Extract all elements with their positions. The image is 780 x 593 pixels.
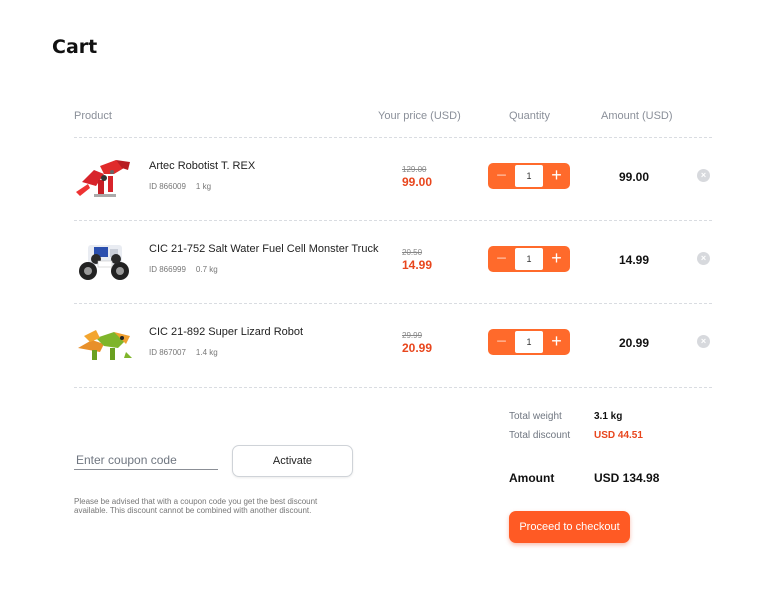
- cart-row: CIC 21-892 Super Lizard Robot ID 867007 1…: [0, 304, 780, 387]
- cart-row: Artec Robotist T. REX ID 866009 1 kg 129.…: [0, 138, 780, 221]
- total-weight-label: Total weight: [509, 411, 562, 422]
- decrease-button[interactable]: −: [488, 246, 515, 272]
- column-header-product: Product: [74, 110, 112, 122]
- increase-button[interactable]: +: [543, 246, 570, 272]
- product-meta: ID 866999 0.7 kg: [149, 265, 218, 274]
- product-meta: ID 867007 1.4 kg: [149, 348, 218, 357]
- column-header-quantity: Quantity: [509, 110, 550, 122]
- coupon-note: Please be advised that with a coupon cod…: [74, 497, 318, 515]
- amount-label: Amount: [509, 471, 555, 485]
- remove-icon[interactable]: ×: [697, 169, 710, 182]
- product-name[interactable]: CIC 21-892 Super Lizard Robot: [149, 326, 303, 338]
- line-amount: 20.99: [619, 336, 650, 350]
- remove-icon[interactable]: ×: [697, 252, 710, 265]
- total-discount-label: Total discount: [509, 430, 571, 441]
- activate-button[interactable]: Activate: [232, 445, 353, 477]
- line-amount: 99.00: [619, 170, 650, 184]
- current-price: 20.99: [402, 341, 433, 355]
- checkout-button[interactable]: Proceed to checkout: [509, 511, 630, 543]
- line-amount: 14.99: [619, 253, 650, 267]
- increase-button[interactable]: +: [543, 163, 570, 189]
- total-weight-value: 3.1 kg: [594, 411, 623, 422]
- quantity-value[interactable]: 1: [515, 331, 543, 353]
- total-discount-value: USD 44.51: [594, 430, 643, 441]
- product-weight: 0.7 kg: [195, 265, 218, 274]
- product-image[interactable]: [74, 318, 134, 368]
- page-title: Cart: [52, 36, 98, 58]
- old-price: 129.00: [402, 165, 427, 174]
- product-weight: 1 kg: [195, 182, 212, 191]
- product-name[interactable]: CIC 21-752 Salt Water Fuel Cell Monster …: [149, 243, 378, 255]
- product-meta: ID 866009 1 kg: [149, 182, 211, 191]
- product-image[interactable]: [74, 235, 134, 285]
- decrease-button[interactable]: −: [488, 163, 515, 189]
- old-price: 29.99: [402, 331, 423, 340]
- current-price: 14.99: [402, 258, 433, 272]
- cart-row: CIC 21-752 Salt Water Fuel Cell Monster …: [0, 221, 780, 304]
- product-weight: 1.4 kg: [195, 348, 218, 357]
- column-header-amount: Amount (USD): [601, 110, 673, 122]
- increase-button[interactable]: +: [543, 329, 570, 355]
- product-id: ID 866999: [149, 265, 186, 274]
- quantity-value[interactable]: 1: [515, 248, 543, 270]
- old-price: 20.50: [402, 248, 423, 257]
- divider: [74, 387, 712, 388]
- product-id: ID 866009: [149, 182, 186, 191]
- quantity-stepper: − 1 +: [488, 163, 570, 189]
- current-price: 99.00: [402, 175, 433, 189]
- remove-icon[interactable]: ×: [697, 335, 710, 348]
- product-id: ID 867007: [149, 348, 186, 357]
- decrease-button[interactable]: −: [488, 329, 515, 355]
- product-image[interactable]: [74, 152, 134, 202]
- quantity-stepper: − 1 +: [488, 329, 570, 355]
- coupon-input[interactable]: [74, 450, 218, 470]
- quantity-stepper: − 1 +: [488, 246, 570, 272]
- quantity-value[interactable]: 1: [515, 165, 543, 187]
- amount-total: USD 134.98: [594, 471, 660, 485]
- product-name[interactable]: Artec Robotist T. REX: [149, 160, 255, 172]
- column-header-price: Your price (USD): [378, 110, 461, 122]
